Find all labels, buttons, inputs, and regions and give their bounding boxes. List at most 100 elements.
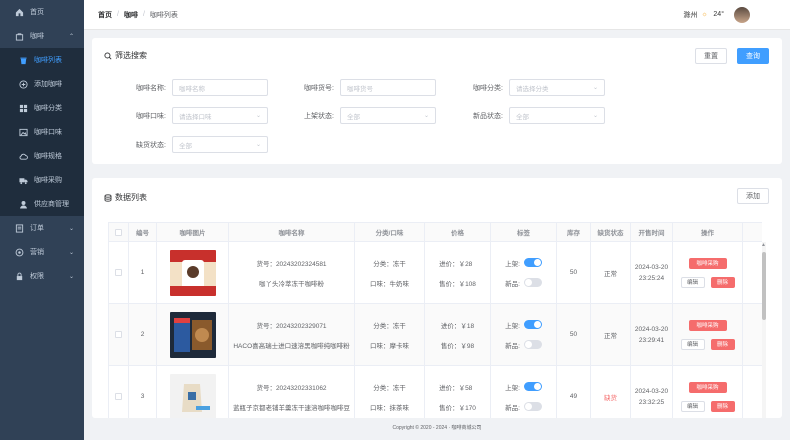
coffee-sku-input[interactable]: 咖啡货号 (340, 79, 436, 96)
data-panel-title: 数据列表 (104, 192, 147, 203)
chevron-down-icon: ⌄ (255, 142, 261, 148)
chevron-down-icon: ⌄ (255, 113, 261, 119)
new-status-select[interactable]: 全部 ⌄ (509, 107, 605, 124)
chevron-down-icon: ⌄ (68, 273, 74, 280)
sidebar-item-order[interactable]: 订单 ⌄ (0, 216, 84, 240)
publish-status-select[interactable]: 全部 ⌄ (340, 107, 436, 124)
data-panel: 数据列表 添加 编号 咖啡图片 咖啡名称 分类/口味 价格 标签 库存 缺货状态… (92, 178, 782, 418)
sale-time: 23:32:25 (638, 398, 665, 406)
new-switch[interactable] (523, 340, 542, 349)
edit-button[interactable]: 编辑 (680, 400, 705, 412)
sidebar-item-coffee-purchase[interactable]: 咖啡采购 (0, 168, 84, 192)
edit-button[interactable]: 编辑 (680, 338, 705, 350)
table-row: 2 货号：20243202329071 HACO喜高瑞士进口速溶黑咖啡纯咖啡粉 … (109, 304, 762, 366)
stock-status-select[interactable]: 全部 ⌄ (172, 136, 268, 153)
product-taste: 口味：牛奶味 (370, 280, 409, 288)
row-checkbox[interactable] (115, 331, 122, 338)
coffee-category-select[interactable]: 请选择分类 ⌄ (509, 79, 605, 96)
delete-button[interactable]: 删除 (710, 338, 735, 350)
new-switch[interactable] (523, 278, 542, 287)
product-category: 分类：冻干 (373, 384, 406, 392)
coffee-name-input[interactable]: 咖啡名称 (172, 79, 268, 96)
stock-value: 50 (557, 304, 591, 365)
select-all-checkbox[interactable] (115, 228, 122, 236)
product-image (169, 311, 216, 358)
add-button[interactable]: 添加 (737, 188, 769, 204)
delete-button[interactable]: 删除 (710, 400, 735, 412)
sidebar-item-home[interactable]: 首页 (0, 0, 84, 24)
cloud-icon (18, 151, 28, 161)
data-title-text: 数据列表 (115, 193, 147, 202)
sidebar-item-coffee-list[interactable]: 咖啡列表 (0, 48, 84, 72)
publish-switch[interactable] (523, 320, 542, 329)
publish-switch[interactable] (523, 258, 542, 267)
weather-icon: ☼ (701, 10, 708, 18)
sidebar-item-coffee-spec[interactable]: 咖啡规格 (0, 144, 84, 168)
edit-button[interactable]: 编辑 (680, 276, 705, 288)
coffee-table: 编号 咖啡图片 咖啡名称 分类/口味 价格 标签 库存 缺货状态 开售时间 操作… (108, 222, 762, 418)
sidebar-item-label: 营销 (30, 249, 44, 256)
scroll-up-icon[interactable]: ▲ (761, 242, 766, 248)
purchase-button[interactable]: 咖啡采购 (688, 257, 727, 269)
search-panel: 筛选搜索 重置 查询 咖啡名称: 咖啡名称 咖啡货号: 咖啡货号 咖啡分类: 请… (92, 38, 782, 164)
filter-coffee-sku: 咖啡货号: 咖啡货号 (270, 79, 436, 96)
delete-button[interactable]: 删除 (710, 276, 735, 288)
search-icon (104, 51, 112, 60)
home-icon (14, 7, 24, 17)
chevron-down-icon: ⌄ (592, 113, 598, 119)
lock-icon (14, 271, 24, 281)
sidebar-item-coffee[interactable]: 咖啡 ⌃ (0, 24, 84, 48)
purchase-button[interactable]: 咖啡采购 (688, 381, 727, 393)
sale-time: 23:29:41 (638, 336, 665, 344)
product-category: 分类：冻干 (373, 260, 406, 268)
scrollbar-thumb[interactable] (762, 252, 766, 320)
coffee-taste-select[interactable]: 请选择口味 ⌄ (172, 107, 268, 124)
product-name: 蓝瓶子京都老铺羊羹冻干速溶咖啡咖啡豆 (233, 404, 350, 412)
query-button[interactable]: 查询 (737, 48, 769, 64)
column-header: 库存 (557, 223, 591, 241)
bag-icon (14, 31, 24, 41)
sidebar-item-coffee-taste[interactable]: 咖啡口味 (0, 120, 84, 144)
row-checkbox[interactable] (115, 269, 122, 276)
sidebar-item-supplier[interactable]: 供应商管理 (0, 192, 84, 216)
stock-value: 49 (557, 366, 591, 418)
avatar[interactable] (734, 7, 750, 23)
column-header: 缺货状态 (591, 223, 631, 241)
product-name: 咖丫头冷萃冻干咖啡粉 (259, 280, 324, 288)
product-sku: 货号：20243202329071 (256, 322, 327, 330)
publish-switch[interactable] (523, 382, 542, 391)
user-icon (18, 199, 28, 209)
product-taste: 口味：摩卡味 (370, 342, 409, 350)
sidebar: 首页 咖啡 ⌃ 咖啡列表 添加咖啡 咖啡分类 咖啡口味 咖啡规格 咖啡采购 供应… (0, 0, 84, 440)
order-icon (14, 223, 24, 233)
chevron-down-icon: ⌄ (423, 113, 429, 119)
image-icon (18, 127, 28, 137)
marketing-icon (14, 247, 24, 257)
sidebar-item-marketing[interactable]: 营销 ⌄ (0, 240, 84, 264)
sidebar-item-label: 添加咖啡 (34, 81, 62, 88)
table-scrollbar[interactable]: ▲ (761, 242, 766, 418)
row-checkbox[interactable] (115, 393, 122, 400)
sidebar-item-add-coffee[interactable]: 添加咖啡 (0, 72, 84, 96)
breadcrumb-coffee[interactable]: 咖啡 (124, 10, 138, 20)
chevron-down-icon: ⌄ (68, 249, 74, 256)
new-switch[interactable] (523, 402, 542, 411)
cost-price: 进价：￥28 (439, 260, 473, 268)
sidebar-item-permission[interactable]: 权限 ⌄ (0, 264, 84, 288)
chevron-down-icon: ⌄ (592, 85, 598, 91)
sale-time: 23:25:24 (638, 274, 665, 282)
purchase-button[interactable]: 咖啡采购 (688, 319, 727, 331)
weather-temperature: 24° (713, 11, 724, 18)
breadcrumb-separator: / (117, 11, 119, 18)
chevron-up-icon: ⌃ (68, 33, 74, 40)
breadcrumb-home[interactable]: 首页 (98, 10, 112, 20)
sale-date: 2024-03-20 (634, 263, 669, 271)
select-all-checkbox-cell (109, 223, 129, 241)
stock-value: 50 (557, 242, 591, 303)
reset-button[interactable]: 重置 (695, 48, 727, 64)
top-header: 首页 / 咖啡 / 咖啡列表 滁州 ☼ 24° (84, 0, 790, 30)
column-header: 操作 (673, 223, 743, 241)
sidebar-item-coffee-category[interactable]: 咖啡分类 (0, 96, 84, 120)
stock-status: 正常 (591, 242, 631, 303)
database-icon (104, 193, 112, 202)
